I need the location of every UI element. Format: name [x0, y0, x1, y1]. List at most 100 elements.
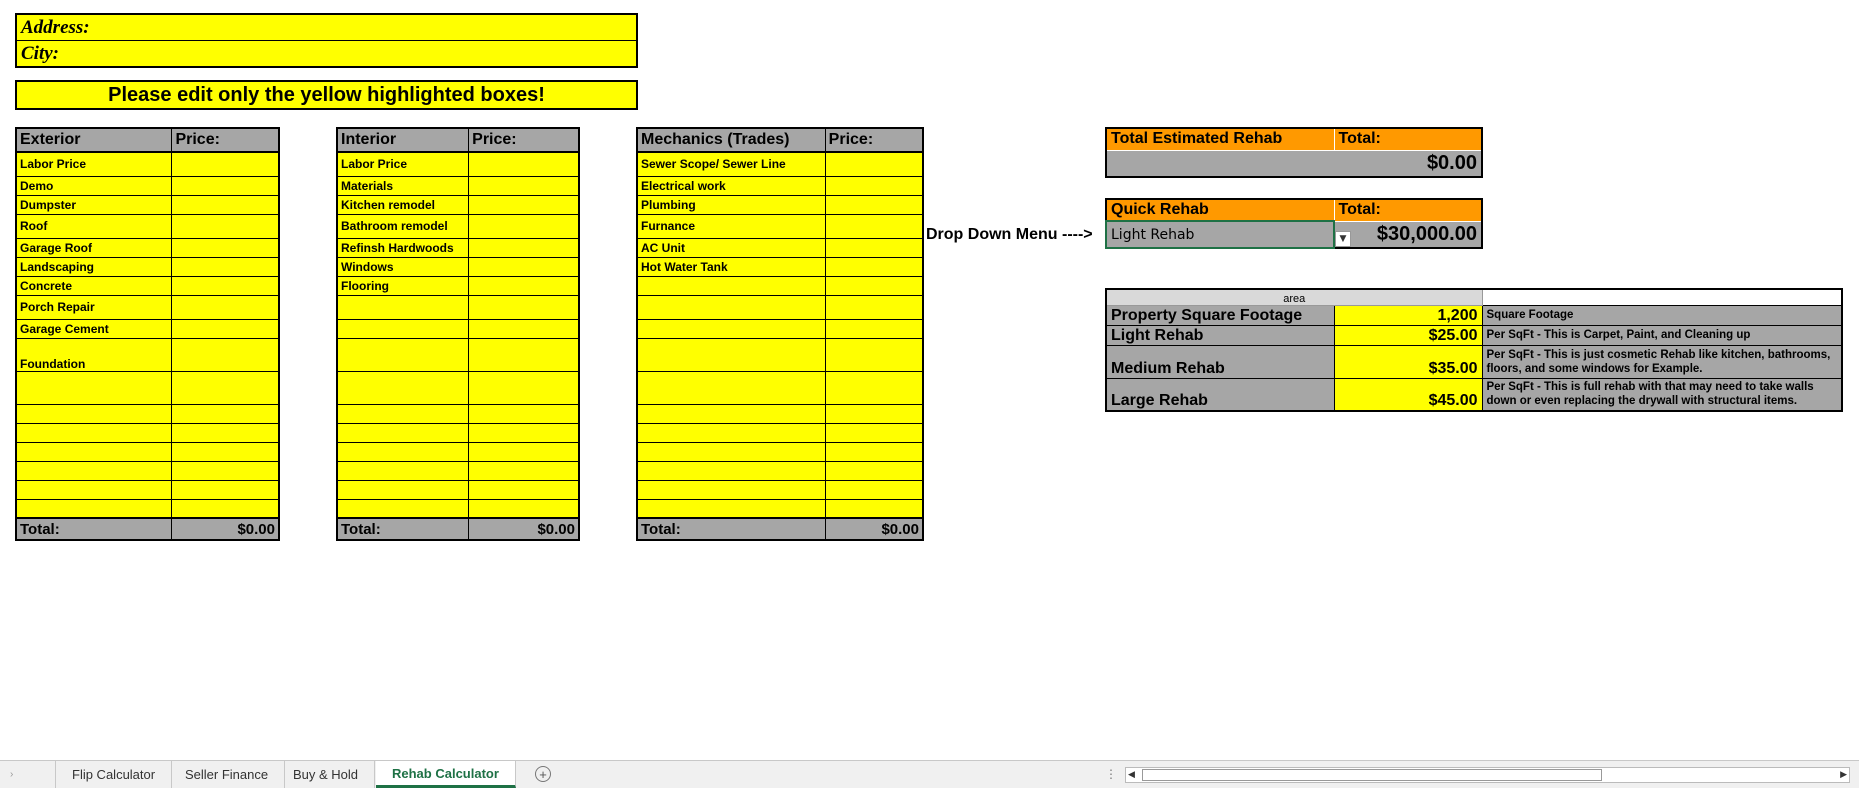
interior-item-price[interactable]	[468, 422, 580, 443]
mechanics-item-price[interactable]	[824, 151, 924, 177]
interior-item-price[interactable]	[468, 403, 580, 424]
mechanics-item-label[interactable]	[636, 498, 826, 519]
exterior-item-price[interactable]	[171, 318, 280, 339]
horizontal-scrollbar[interactable]: ◀ ▶	[1125, 767, 1850, 783]
interior-item-price[interactable]	[468, 175, 580, 196]
exterior-item-label[interactable]	[15, 498, 173, 519]
exterior-item-price[interactable]	[171, 294, 280, 320]
tab-flip-calculator[interactable]: Flip Calculator	[56, 761, 173, 788]
exterior-item-label[interactable]: Porch Repair	[15, 294, 173, 320]
mechanics-item-label[interactable]	[636, 318, 826, 339]
interior-item-price[interactable]	[468, 441, 580, 462]
exterior-item-price[interactable]	[171, 422, 280, 443]
city-field[interactable]: City:	[17, 41, 636, 66]
mechanics-item-label[interactable]	[636, 479, 826, 500]
exterior-item-label[interactable]	[15, 441, 173, 462]
exterior-item-price[interactable]	[171, 370, 280, 405]
sqft-row-value[interactable]: $45.00	[1333, 377, 1483, 412]
interior-item-price[interactable]	[468, 337, 580, 372]
exterior-item-price[interactable]	[171, 237, 280, 258]
exterior-item-price[interactable]	[171, 275, 280, 296]
sqft-row-value[interactable]: 1,200	[1333, 304, 1483, 326]
exterior-item-price[interactable]	[171, 498, 280, 519]
mechanics-item-label[interactable]: Plumbing	[636, 194, 826, 215]
add-sheet-icon[interactable]: +	[535, 766, 551, 782]
interior-item-price[interactable]	[468, 479, 580, 500]
exterior-item-price[interactable]	[171, 441, 280, 462]
mechanics-item-price[interactable]	[824, 175, 924, 196]
interior-item-label[interactable]	[336, 441, 470, 462]
rehab-type-select[interactable]: Light Rehab ▼	[1105, 220, 1351, 249]
mechanics-item-label[interactable]	[636, 275, 826, 296]
mechanics-item-label[interactable]	[636, 422, 826, 443]
exterior-item-label[interactable]	[15, 370, 173, 405]
sqft-row-value[interactable]: $25.00	[1333, 324, 1483, 346]
mechanics-item-price[interactable]	[824, 460, 924, 481]
exterior-item-label[interactable]: Landscaping	[15, 256, 173, 277]
tab-seller-finance[interactable]: Seller Finance	[169, 761, 286, 788]
interior-item-price[interactable]	[468, 256, 580, 277]
exterior-item-label[interactable]: Garage Roof	[15, 237, 173, 258]
mechanics-item-price[interactable]	[824, 194, 924, 215]
interior-item-label[interactable]	[336, 422, 470, 443]
interior-item-label[interactable]: Labor Price	[336, 151, 470, 177]
splitter-handle-icon[interactable]: ⋮	[1105, 767, 1117, 781]
exterior-item-price[interactable]	[171, 175, 280, 196]
interior-item-label[interactable]	[336, 403, 470, 424]
interior-item-price[interactable]	[468, 460, 580, 481]
exterior-item-label[interactable]: Demo	[15, 175, 173, 196]
exterior-item-label[interactable]: Foundation	[15, 337, 173, 372]
mechanics-item-price[interactable]	[824, 237, 924, 258]
mechanics-item-price[interactable]	[824, 318, 924, 339]
mechanics-item-price[interactable]	[824, 403, 924, 424]
mechanics-item-label[interactable]: Electrical work	[636, 175, 826, 196]
interior-item-price[interactable]	[468, 498, 580, 519]
scrollbar-thumb[interactable]	[1142, 769, 1602, 781]
interior-item-price[interactable]	[468, 318, 580, 339]
interior-item-price[interactable]	[468, 294, 580, 320]
mechanics-item-label[interactable]	[636, 370, 826, 405]
mechanics-item-price[interactable]	[824, 337, 924, 372]
interior-item-label[interactable]	[336, 479, 470, 500]
chevron-down-icon[interactable]: ▼	[1335, 231, 1351, 247]
mechanics-item-label[interactable]: Hot Water Tank	[636, 256, 826, 277]
exterior-item-price[interactable]	[171, 403, 280, 424]
interior-item-label[interactable]	[336, 370, 470, 405]
exterior-item-price[interactable]	[171, 479, 280, 500]
mechanics-item-price[interactable]	[824, 441, 924, 462]
interior-item-label[interactable]	[336, 337, 470, 372]
tab-rehab-calculator[interactable]: Rehab Calculator	[376, 761, 516, 788]
exterior-item-label[interactable]	[15, 479, 173, 500]
scroll-left-icon[interactable]: ◀	[1128, 769, 1135, 780]
mechanics-item-label[interactable]	[636, 441, 826, 462]
interior-item-label[interactable]: Refinsh Hardwoods	[336, 237, 470, 258]
exterior-item-price[interactable]	[171, 460, 280, 481]
interior-item-price[interactable]	[468, 213, 580, 239]
scroll-right-icon[interactable]: ▶	[1840, 769, 1847, 780]
exterior-item-label[interactable]	[15, 460, 173, 481]
exterior-item-price[interactable]	[171, 151, 280, 177]
mechanics-item-price[interactable]	[824, 256, 924, 277]
mechanics-item-price[interactable]	[824, 498, 924, 519]
interior-item-label[interactable]	[336, 294, 470, 320]
exterior-item-label[interactable]: Labor Price	[15, 151, 173, 177]
mechanics-item-label[interactable]	[636, 294, 826, 320]
interior-item-label[interactable]	[336, 460, 470, 481]
tab-buy-hold[interactable]: Buy & Hold	[277, 761, 376, 788]
mechanics-item-label[interactable]	[636, 460, 826, 481]
interior-item-label[interactable]	[336, 318, 470, 339]
interior-item-price[interactable]	[468, 275, 580, 296]
interior-item-label[interactable]: Materials	[336, 175, 470, 196]
interior-item-price[interactable]	[468, 151, 580, 177]
mechanics-item-label[interactable]	[636, 403, 826, 424]
exterior-item-price[interactable]	[171, 194, 280, 215]
interior-item-label[interactable]: Flooring	[336, 275, 470, 296]
exterior-item-label[interactable]: Dumpster	[15, 194, 173, 215]
mechanics-item-price[interactable]	[824, 275, 924, 296]
exterior-item-label[interactable]: Concrete	[15, 275, 173, 296]
mechanics-item-price[interactable]	[824, 422, 924, 443]
exterior-item-price[interactable]	[171, 337, 280, 372]
exterior-item-price[interactable]	[171, 256, 280, 277]
mechanics-item-price[interactable]	[824, 370, 924, 405]
interior-item-price[interactable]	[468, 370, 580, 405]
